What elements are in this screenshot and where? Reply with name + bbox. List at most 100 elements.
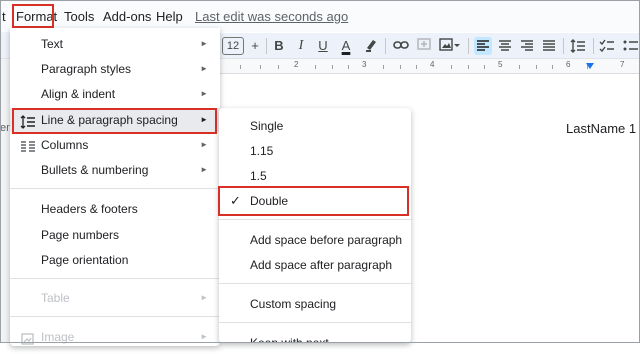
submenu-arrow-icon: ► bbox=[200, 165, 208, 174]
submenu-item-label: Single bbox=[250, 119, 284, 133]
underline-button[interactable]: U bbox=[316, 37, 330, 55]
ruler-number: 6 bbox=[566, 60, 571, 69]
ruler-tick bbox=[416, 65, 417, 69]
spacing-option-1-5[interactable]: 1.5 bbox=[219, 164, 411, 188]
image-icon bbox=[20, 330, 36, 345]
align-center-icon[interactable] bbox=[497, 37, 513, 55]
font-size-increase-button[interactable]: + bbox=[248, 37, 262, 55]
menu-item-page-orientation[interactable]: Page orientation bbox=[10, 248, 220, 272]
ruler-tick bbox=[278, 65, 279, 69]
ruler-tick bbox=[332, 65, 333, 69]
submenu-arrow-icon: ► bbox=[200, 89, 208, 98]
menu-item-page-numbers[interactable]: Page numbers bbox=[10, 223, 220, 247]
line-spacing-icon[interactable] bbox=[569, 37, 587, 55]
submenu-arrow-icon: ► bbox=[200, 293, 208, 302]
ruler-tick bbox=[260, 65, 261, 69]
align-right-icon[interactable] bbox=[519, 37, 535, 55]
toolbar-divider bbox=[593, 38, 594, 54]
menu-item-label: Headers & footers bbox=[41, 202, 138, 216]
align-left-icon[interactable] bbox=[474, 37, 492, 55]
submenu-arrow-icon: ► bbox=[200, 332, 208, 341]
ruler-tick bbox=[400, 65, 401, 69]
document-header-text: LastName 1 bbox=[566, 121, 637, 136]
toolbar-divider bbox=[563, 38, 564, 54]
menu-partial-edit[interactable]: t bbox=[2, 9, 6, 24]
ruler-number: 3 bbox=[362, 60, 367, 69]
menu-item-table: Table ► bbox=[10, 286, 220, 310]
ruler-number: 5 bbox=[498, 60, 503, 69]
menu-help[interactable]: Help bbox=[156, 9, 183, 24]
menu-tools[interactable]: Tools bbox=[64, 9, 94, 24]
submenu-arrow-icon: ► bbox=[200, 39, 208, 48]
bold-button[interactable]: B bbox=[272, 37, 286, 55]
document-left-margin bbox=[0, 32, 10, 343]
spacing-highlight-box bbox=[12, 108, 217, 134]
menu-item-label: Columns bbox=[41, 138, 89, 152]
ruler-tick bbox=[383, 65, 384, 69]
ruler-number: 7 bbox=[620, 60, 625, 69]
menu-divider bbox=[10, 188, 220, 189]
toolbar-divider bbox=[266, 38, 267, 54]
menu-item-label: Paragraph styles bbox=[41, 62, 132, 76]
ruler-tick bbox=[484, 65, 485, 69]
ruler-tick bbox=[519, 65, 520, 69]
ruler-tick bbox=[536, 65, 537, 69]
menu-item-bullets-numbering[interactable]: Bullets & numbering ► bbox=[10, 158, 220, 182]
menu-item-headers-footers[interactable]: Headers & footers bbox=[10, 197, 220, 221]
ruler-number: 2 bbox=[294, 60, 299, 69]
ruler-number: 4 bbox=[430, 60, 435, 69]
submenu-divider bbox=[219, 322, 411, 323]
ruler-tick bbox=[468, 65, 469, 69]
format-menu: Text ► Paragraph styles ► Align & indent… bbox=[10, 28, 220, 346]
toolbar-divider bbox=[468, 38, 469, 54]
keep-with-next[interactable]: Keep with next bbox=[219, 331, 411, 343]
menu-item-label: Bullets & numbering bbox=[41, 163, 149, 177]
submenu-item-label: Add space before paragraph bbox=[250, 233, 403, 247]
menu-item-label: Image bbox=[41, 330, 75, 344]
last-edit-link[interactable]: Last edit was seconds ago bbox=[195, 9, 348, 24]
spacing-option-single[interactable]: Single bbox=[219, 114, 411, 138]
menu-item-image: Image ► bbox=[10, 325, 220, 349]
custom-spacing[interactable]: Custom spacing bbox=[219, 292, 411, 316]
submenu-arrow-icon: ► bbox=[200, 140, 208, 149]
checklist-icon[interactable] bbox=[598, 37, 616, 55]
submenu-item-label: 1.15 bbox=[250, 144, 274, 158]
submenu-item-label: 1.5 bbox=[250, 169, 267, 183]
menu-addons[interactable]: Add-ons bbox=[103, 9, 151, 24]
format-highlight-box bbox=[12, 4, 54, 28]
add-space-before-paragraph[interactable]: Add space before paragraph bbox=[219, 228, 411, 252]
link-icon[interactable] bbox=[392, 37, 410, 55]
add-space-after-paragraph[interactable]: Add space after paragraph bbox=[219, 253, 411, 277]
insert-image-icon[interactable] bbox=[439, 37, 461, 55]
italic-button[interactable]: I bbox=[294, 37, 308, 55]
ruler-tick bbox=[315, 65, 316, 69]
font-size-input[interactable]: 12 bbox=[222, 37, 244, 55]
double-highlight-box bbox=[218, 186, 409, 216]
menu-item-label: Text bbox=[41, 37, 64, 51]
ruler-tick bbox=[552, 65, 553, 69]
justify-icon[interactable] bbox=[541, 37, 557, 55]
columns-icon bbox=[20, 138, 36, 152]
menu-item-columns[interactable]: Columns ► bbox=[10, 133, 220, 157]
menu-item-text[interactable]: Text ► bbox=[10, 32, 220, 56]
spacing-option-1-15[interactable]: 1.15 bbox=[219, 139, 411, 163]
menu-item-label: Table bbox=[41, 291, 70, 305]
menu-divider bbox=[10, 278, 220, 279]
text-color-button[interactable]: A bbox=[339, 37, 353, 55]
comment-icon[interactable] bbox=[417, 37, 431, 55]
submenu-item-label: Add space after paragraph bbox=[250, 258, 393, 272]
toolbar-divider bbox=[385, 38, 386, 54]
submenu-divider bbox=[219, 219, 411, 220]
menu-divider bbox=[10, 316, 220, 317]
ruler-tick bbox=[240, 65, 241, 69]
highlight-pen-icon[interactable] bbox=[364, 37, 378, 55]
right-indent-marker[interactable] bbox=[586, 63, 594, 69]
menu-item-paragraph-styles[interactable]: Paragraph styles ► bbox=[10, 57, 220, 81]
menu-item-align-indent[interactable]: Align & indent ► bbox=[10, 82, 220, 106]
menu-item-label: Page orientation bbox=[41, 253, 129, 267]
ruler-tick bbox=[348, 65, 349, 69]
submenu-divider bbox=[219, 283, 411, 284]
bulleted-list-icon[interactable] bbox=[622, 37, 640, 55]
submenu-item-label: Custom spacing bbox=[250, 297, 337, 311]
menu-item-label: Page numbers bbox=[41, 228, 120, 242]
